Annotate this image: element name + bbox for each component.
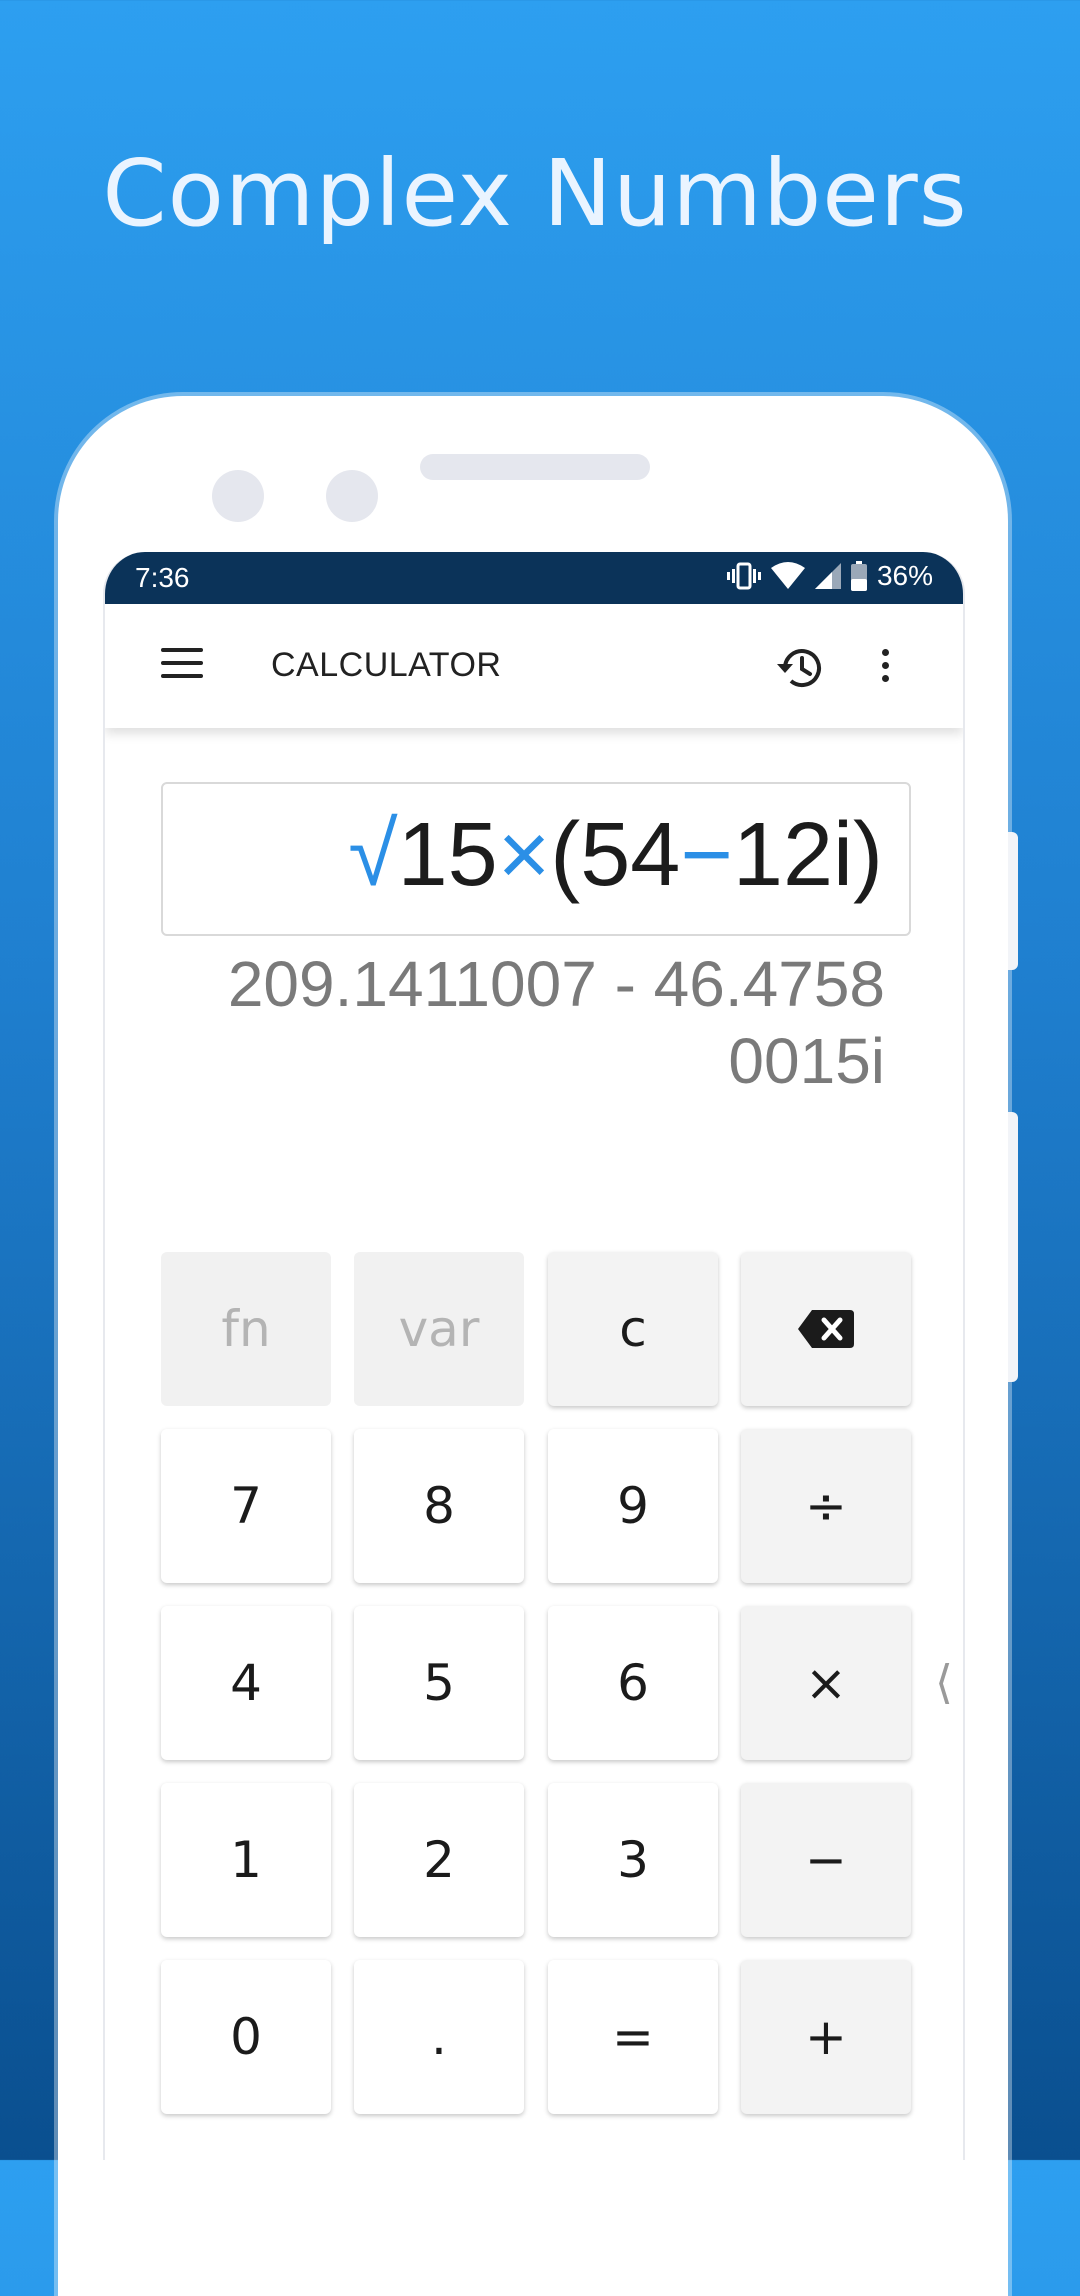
key-7[interactable]: 7 — [161, 1429, 331, 1583]
app-bar: CALCULATOR — [105, 604, 963, 728]
expression-operand: 15 — [397, 805, 498, 905]
app-title: CALCULATOR — [271, 646, 502, 684]
clear-key[interactable]: c — [548, 1252, 718, 1406]
side-panel-handle[interactable]: ⟨ — [935, 1655, 953, 1709]
backspace-icon — [798, 1310, 854, 1348]
history-icon[interactable] — [771, 644, 823, 692]
key-5[interactable]: 5 — [354, 1606, 524, 1760]
backspace-key[interactable] — [741, 1252, 911, 1406]
minus-symbol: − — [680, 805, 733, 905]
battery-icon — [850, 561, 867, 591]
expression-input[interactable]: √15×(54−12i) — [161, 782, 911, 936]
status-icons: 36% — [726, 560, 933, 592]
result-line-1: 209.1411007 - 46.4758 — [227, 948, 885, 1020]
add-key[interactable]: + — [741, 1960, 911, 2114]
key-9[interactable]: 9 — [548, 1429, 718, 1583]
key-4[interactable]: 4 — [161, 1606, 331, 1760]
phone-side-button — [1008, 1112, 1018, 1382]
expression-text: √15×(54−12i) — [348, 804, 883, 907]
subtract-key[interactable]: − — [741, 1783, 911, 1937]
phone-screen: 7:36 36% CALCULATOR √15×(54−12i) 209.141… — [103, 552, 965, 2160]
multiply-key[interactable]: × — [741, 1606, 911, 1760]
signal-icon — [814, 562, 841, 590]
expression-operand: (54 — [550, 805, 681, 905]
key-0[interactable]: 0 — [161, 1960, 331, 2114]
front-sensor — [326, 470, 378, 522]
phone-side-button — [1008, 832, 1018, 970]
equals-key[interactable]: = — [548, 1960, 718, 2114]
key-2[interactable]: 2 — [354, 1783, 524, 1937]
key-6[interactable]: 6 — [548, 1606, 718, 1760]
key-1[interactable]: 1 — [161, 1783, 331, 1937]
times-symbol: × — [497, 805, 551, 905]
battery-percent: 36% — [876, 560, 933, 591]
sqrt-symbol: √ — [348, 805, 398, 905]
more-options-icon[interactable] — [875, 644, 895, 692]
divide-key[interactable]: ÷ — [741, 1429, 911, 1583]
expression-operand: 12i) — [732, 805, 883, 905]
key-8[interactable]: 8 — [354, 1429, 524, 1583]
status-time: 7:36 — [135, 562, 190, 593]
var-key[interactable]: var — [354, 1252, 524, 1406]
key-3[interactable]: 3 — [548, 1783, 718, 1937]
menu-icon[interactable] — [161, 648, 203, 684]
fn-key[interactable]: fn — [161, 1252, 331, 1406]
earpiece-speaker — [420, 454, 650, 480]
decimal-key[interactable]: . — [354, 1960, 524, 2114]
result-line-2: 0015i — [728, 1025, 885, 1097]
vibrate-icon — [726, 561, 761, 591]
promo-title: Complex Numbers — [102, 140, 968, 247]
status-bar: 7:36 36% — [105, 552, 963, 604]
wifi-icon — [770, 562, 805, 590]
front-camera — [212, 470, 264, 522]
